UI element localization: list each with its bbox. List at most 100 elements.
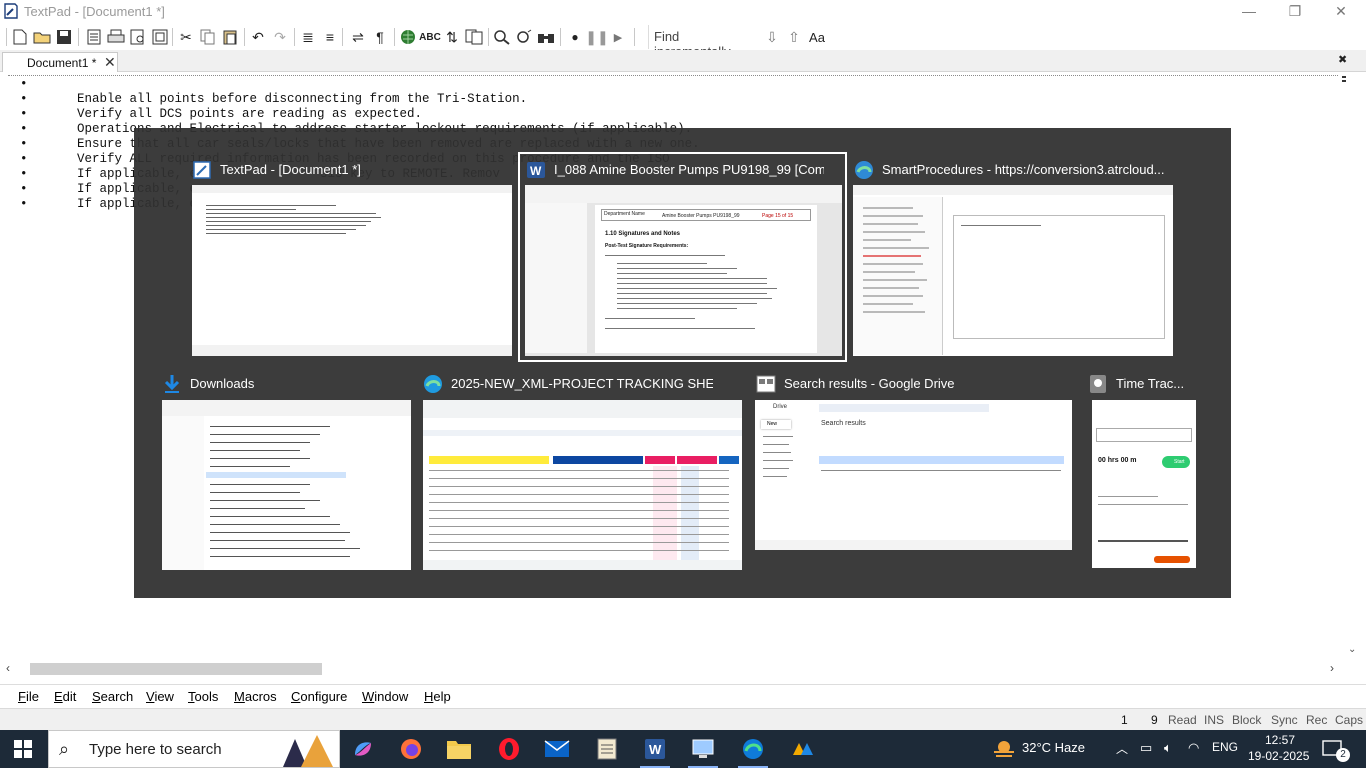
taskbar: ⌕ Type here to search W 32°C Haze ︿ ▭ 🔈︎… [0, 730, 1366, 768]
status-column-number: 9 [1151, 713, 1158, 727]
editor-bullet: • [20, 122, 28, 136]
close-window-button[interactable]: ✕ [1318, 0, 1364, 24]
drive-app-label: Drive [773, 404, 788, 410]
menu-edit[interactable]: Edit [54, 689, 76, 704]
status-bar: 1 9 Read INS Block Sync Rec Caps [0, 708, 1366, 730]
tracking-sheet-thumbnail[interactable] [423, 400, 742, 570]
file-explorer-icon[interactable] [444, 735, 474, 763]
textpad-icon [193, 161, 211, 179]
web-browser-icon[interactable] [398, 27, 418, 47]
speaker-icon[interactable]: 🔈︎ [1164, 740, 1172, 756]
switcher-title: I_088 Amine Booster Pumps PU9198_99 [Com… [554, 162, 824, 177]
google-drive-thumbnail[interactable]: Drive Search results New [755, 400, 1072, 550]
word-wrap-icon[interactable]: ⇌ [348, 27, 368, 47]
clock-time[interactable]: 12:57 [1265, 733, 1295, 747]
undo-icon[interactable]: ↶ [248, 27, 268, 47]
find-incrementally-input[interactable]: Find incrementally [648, 25, 760, 59]
editor-line: Verify all DCS points are reading as exp… [77, 107, 423, 121]
document-properties-icon[interactable] [84, 27, 104, 47]
firefox-icon[interactable] [396, 735, 426, 763]
copy-icon[interactable] [198, 27, 218, 47]
find-previous-up-icon[interactable]: ⇧ [784, 27, 804, 47]
outdent-icon[interactable]: ≡ [320, 27, 340, 47]
wifi-icon[interactable]: ◠ [1188, 740, 1199, 756]
find-next-down-icon[interactable]: ⇩ [762, 27, 782, 47]
menu-help[interactable]: Help [424, 689, 451, 704]
compare-files-icon[interactable] [464, 27, 484, 47]
copilot-icon[interactable] [348, 735, 378, 763]
minimize-button[interactable]: — [1226, 0, 1272, 24]
word-taskbar-icon[interactable]: W [640, 735, 670, 763]
page-setup-icon[interactable] [150, 27, 170, 47]
menu-tools[interactable]: Tools [188, 689, 218, 704]
paste-icon[interactable] [220, 27, 240, 47]
print-icon[interactable] [106, 27, 126, 47]
open-folder-icon[interactable] [32, 27, 52, 47]
clock-date[interactable]: 19-02-2025 [1248, 749, 1309, 763]
menu-view[interactable]: View [146, 689, 174, 704]
textpad-taskbar-icon[interactable] [592, 735, 622, 763]
new-file-icon[interactable] [10, 27, 30, 47]
app-taskbar-icon[interactable] [788, 735, 818, 763]
windows-start-icon[interactable] [14, 740, 32, 758]
tab-document1[interactable]: Document1 * ✕ [2, 52, 118, 72]
match-case-toggle[interactable]: Aa [806, 27, 828, 47]
mail-icon[interactable] [542, 735, 572, 763]
smartprocedures-thumbnail[interactable] [853, 185, 1173, 356]
taskbar-search-box[interactable]: ⌕ Type here to search [48, 730, 340, 768]
spell-check-icon[interactable]: ABC [419, 27, 441, 47]
network-icon[interactable]: ▭ [1140, 740, 1152, 756]
horizontal-scroll-thumb[interactable] [30, 663, 322, 675]
find-icon[interactable] [492, 27, 512, 47]
opera-icon[interactable] [494, 735, 524, 763]
downloads-thumbnail[interactable] [162, 400, 411, 570]
editor-bullet: • [20, 137, 28, 151]
tab-close-all-icon[interactable]: ✖ [1338, 53, 1347, 66]
weather-haze-icon [994, 741, 1014, 757]
menu-file[interactable]: File [18, 689, 39, 704]
redo-icon[interactable]: ↷ [270, 27, 290, 47]
vertical-scrollbar[interactable]: ⌄ [1346, 73, 1366, 660]
menu-bar: File Edit Search View Tools Macros Configure Wi… [0, 684, 1366, 708]
maximize-button[interactable]: ❐ [1272, 0, 1318, 24]
word-subsection: Post-Test Signature Requirements: [605, 243, 689, 249]
cut-icon[interactable]: ✂ [176, 27, 196, 47]
weather-text[interactable]: 32°C Haze [1022, 740, 1085, 755]
drive-search-title: Search results [821, 420, 866, 427]
scroll-right-icon[interactable]: › [1330, 661, 1334, 675]
time-tracker-thumbnail[interactable]: 00 hrs 00 m Start [1092, 400, 1196, 568]
language-indicator[interactable]: ENG [1212, 740, 1238, 754]
menu-window[interactable]: Window [362, 689, 408, 704]
print-preview-icon[interactable] [128, 27, 148, 47]
switcher-title: Downloads [190, 376, 255, 391]
word-section-heading: 1.10 Signatures and Notes [605, 231, 681, 237]
sort-icon[interactable]: ⇅ [442, 27, 462, 47]
edge-taskbar-icon[interactable] [738, 735, 768, 763]
find-in-files-icon[interactable] [514, 27, 534, 47]
record-macro-icon[interactable]: ● [565, 27, 585, 47]
menu-macros[interactable]: Macros [234, 689, 277, 704]
horizontal-scrollbar[interactable]: ‹ › [0, 660, 1346, 678]
textpad-thumbnail[interactable] [192, 185, 512, 356]
pause-macro-icon[interactable]: ❚❚ [585, 27, 608, 47]
search-placeholder: Type here to search [89, 741, 222, 758]
binoculars-icon[interactable] [536, 27, 556, 47]
word-icon: W [527, 162, 545, 178]
task-switcher-overlay: TextPad - [Document1 *] W I_088 Amine Bo… [134, 128, 1231, 598]
word-header-cell: Department Name [604, 211, 645, 217]
chevron-up-icon[interactable]: ︿ [1116, 740, 1128, 757]
indent-icon[interactable]: ≣ [298, 27, 318, 47]
show-paragraph-icon[interactable]: ¶ [370, 27, 390, 47]
save-icon[interactable] [54, 27, 74, 47]
switcher-title: 2025-NEW_XML-PROJECT TRACKING SHEET-20..… [451, 376, 713, 391]
editor-bullet: • [20, 152, 28, 166]
menu-configure[interactable]: Configure [291, 689, 347, 704]
editor-bullet: • [20, 92, 28, 106]
menu-search[interactable]: Search [92, 689, 133, 704]
word-thumbnail[interactable]: Department Name Amine Booster Pumps PU91… [525, 185, 842, 356]
play-macro-icon[interactable]: ▶ [608, 27, 628, 47]
scroll-left-icon[interactable]: ‹ [6, 661, 10, 675]
close-tab-icon[interactable]: ✕ [104, 54, 116, 71]
drive-new-button: New [761, 420, 791, 429]
remote-desktop-icon[interactable] [688, 735, 718, 763]
